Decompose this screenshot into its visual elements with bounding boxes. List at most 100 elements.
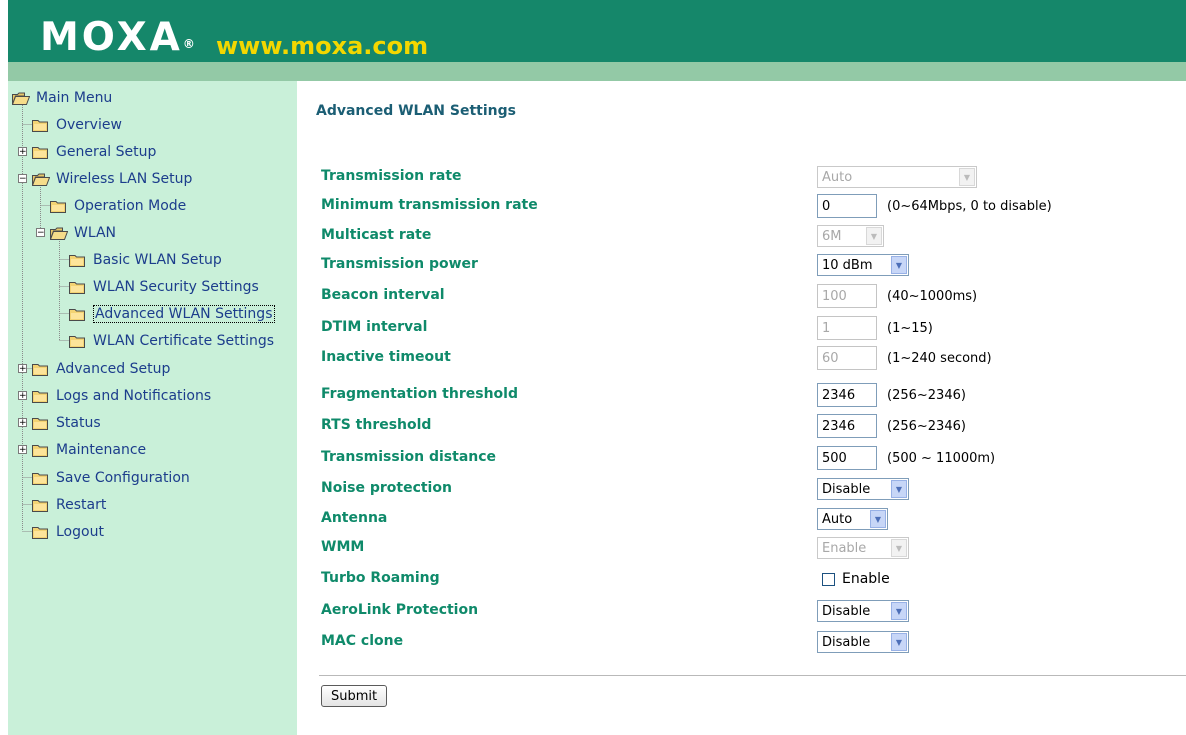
sidebar-item-label: WLAN Certificate Settings <box>93 333 275 349</box>
sidebar-root-main-menu[interactable]: Main Menu <box>12 88 112 108</box>
noise-protection-select[interactable]: Disable ▼ <box>817 478 909 500</box>
expand-toggle-icon[interactable]: + <box>18 418 27 428</box>
fragmentation-threshold-input[interactable]: 2346 <box>817 383 877 407</box>
inactive-timeout-control: 60 (1~240 second) <box>817 346 992 370</box>
chevron-down-icon[interactable]: ▼ <box>870 510 886 528</box>
transmission-power-select[interactable]: 10 dBm ▼ <box>817 254 909 276</box>
dtim-interval-input: 1 <box>817 316 877 340</box>
collapse-toggle-icon[interactable]: − <box>18 174 27 184</box>
open-folder-icon <box>12 92 30 105</box>
sidebar-item-save-configuration[interactable]: Save Configuration <box>32 468 190 488</box>
aerolink-protection-select[interactable]: Disable ▼ <box>817 600 909 622</box>
expand-toggle-icon[interactable]: + <box>18 445 27 455</box>
antenna-select[interactable]: Auto ▼ <box>817 508 888 530</box>
registered-mark: ® <box>182 37 195 51</box>
expand-toggle-icon[interactable]: + <box>18 364 27 374</box>
folder-icon <box>69 281 87 294</box>
fragmentation-threshold-control: 2346 (256~2346) <box>817 383 966 407</box>
beacon-interval-label: Beacon interval <box>321 287 445 303</box>
sidebar-item-advanced-setup[interactable]: Advanced Setup <box>32 359 170 379</box>
antenna-label: Antenna <box>321 510 388 526</box>
mac-clone-select[interactable]: Disable ▼ <box>817 631 909 653</box>
dtim-interval-label: DTIM interval <box>321 319 428 335</box>
folder-icon <box>69 254 87 267</box>
sidebar-item-general-setup[interactable]: General Setup <box>32 142 156 162</box>
sidebar-item-label: Advanced WLAN Settings <box>93 305 275 323</box>
chevron-down-icon[interactable]: ▼ <box>891 480 907 498</box>
folder-icon <box>69 335 87 348</box>
beacon-interval-control: 100 (40~1000ms) <box>817 284 977 308</box>
aerolink-protection-label: AeroLink Protection <box>321 602 479 618</box>
rts-threshold-label: RTS threshold <box>321 417 432 433</box>
transmission-rate-control: Auto ▼ <box>817 165 977 189</box>
sidebar-item-logs-and-notifications[interactable]: Logs and Notifications <box>32 386 211 406</box>
folder-icon <box>32 146 50 159</box>
main-content: Advanced WLAN Settings Transmission rate… <box>297 81 1186 735</box>
multicast-rate-control: 6M ▼ <box>817 224 884 248</box>
moxa-logo: MOXA® <box>40 18 195 58</box>
multicast-rate-select: 6M ▼ <box>817 225 884 247</box>
sidebar-item-label: Operation Mode <box>74 198 187 214</box>
folder-icon <box>32 119 50 132</box>
dtim-interval-control: 1 (1~15) <box>817 316 933 340</box>
sidebar-item-label: Save Configuration <box>56 470 190 486</box>
transmission-distance-range-hint: (500 ~ 11000m) <box>887 450 996 466</box>
sidebar-item-label: General Setup <box>56 144 157 160</box>
open-folder-icon <box>50 227 68 240</box>
minimum-transmission-rate-control: 0 (0~64Mbps, 0 to disable) <box>817 194 1052 218</box>
form-divider <box>319 675 1186 676</box>
mac-clone-label: MAC clone <box>321 633 404 649</box>
sidebar-item-label: Maintenance <box>56 442 147 458</box>
sidebar-item-maintenance[interactable]: Maintenance <box>32 440 146 460</box>
chevron-down-icon[interactable]: ▼ <box>891 633 907 651</box>
sidebar-item-label: Basic WLAN Setup <box>93 252 222 268</box>
folder-icon <box>32 390 50 403</box>
sidebar-item-operation-mode[interactable]: Operation Mode <box>50 196 186 216</box>
sidebar-item-label: Overview <box>56 117 122 133</box>
transmission-rate-select: Auto ▼ <box>817 166 977 188</box>
sidebar-item-logout[interactable]: Logout <box>32 522 104 542</box>
sidebar-item-restart[interactable]: Restart <box>32 495 106 515</box>
sidebar-item-wlan-security-settings[interactable]: WLAN Security Settings <box>69 277 259 297</box>
sidebar-item-advanced-wlan-settings[interactable]: Advanced WLAN Settings <box>69 304 275 324</box>
select-value: Auto <box>822 511 853 527</box>
sidebar-item-label: Status <box>56 415 101 431</box>
noise-protection-control: Disable ▼ <box>817 477 909 501</box>
sidebar-item-label: Wireless LAN Setup <box>56 171 193 187</box>
transmission-distance-input[interactable]: 500 <box>817 446 877 470</box>
folder-icon <box>32 499 50 512</box>
select-value: Disable <box>822 603 871 619</box>
header-banner: MOXA® www.moxa.com <box>8 0 1186 81</box>
dtim-interval-range-hint: (1~15) <box>887 320 933 336</box>
expand-toggle-icon[interactable]: + <box>18 391 27 401</box>
transmission-power-label: Transmission power <box>321 256 478 272</box>
sidebar-item-label: Logs and Notifications <box>56 388 212 404</box>
chevron-down-icon[interactable]: ▼ <box>891 256 907 274</box>
chevron-down-icon[interactable]: ▼ <box>891 602 907 620</box>
minimum-transmission-rate-input[interactable]: 0 <box>817 194 877 218</box>
turbo-roaming-checkbox[interactable] <box>822 572 835 586</box>
inactive-timeout-input: 60 <box>817 346 877 370</box>
sidebar-item-status[interactable]: Status <box>32 413 101 433</box>
turbo-roaming-label: Turbo Roaming <box>321 570 440 586</box>
wmm-control: Enable ▼ <box>817 536 909 560</box>
folder-icon <box>32 417 50 430</box>
chevron-down-icon: ▼ <box>959 168 975 186</box>
folder-icon <box>32 526 50 539</box>
turbo-roaming-control: Enable <box>817 567 890 591</box>
fragmentation-threshold-label: Fragmentation threshold <box>321 386 518 402</box>
rts-threshold-input[interactable]: 2346 <box>817 414 877 438</box>
multicast-rate-label: Multicast rate <box>321 227 432 243</box>
sidebar-item-wlan-certificate-settings[interactable]: WLAN Certificate Settings <box>69 331 274 351</box>
sidebar-item-wlan[interactable]: WLAN <box>50 223 116 243</box>
select-value: Auto <box>822 169 853 185</box>
wmm-select: Enable ▼ <box>817 537 909 559</box>
expand-toggle-icon[interactable]: + <box>18 147 27 157</box>
beacon-interval-input: 100 <box>817 284 877 308</box>
collapse-toggle-icon[interactable]: − <box>36 228 45 238</box>
sidebar-item-basic-wlan-setup[interactable]: Basic WLAN Setup <box>69 250 222 270</box>
submit-button[interactable]: Submit <box>321 685 388 707</box>
sidebar-item-wireless-lan-setup[interactable]: Wireless LAN Setup <box>32 169 192 189</box>
noise-protection-label: Noise protection <box>321 480 452 496</box>
sidebar-item-overview[interactable]: Overview <box>32 115 122 135</box>
